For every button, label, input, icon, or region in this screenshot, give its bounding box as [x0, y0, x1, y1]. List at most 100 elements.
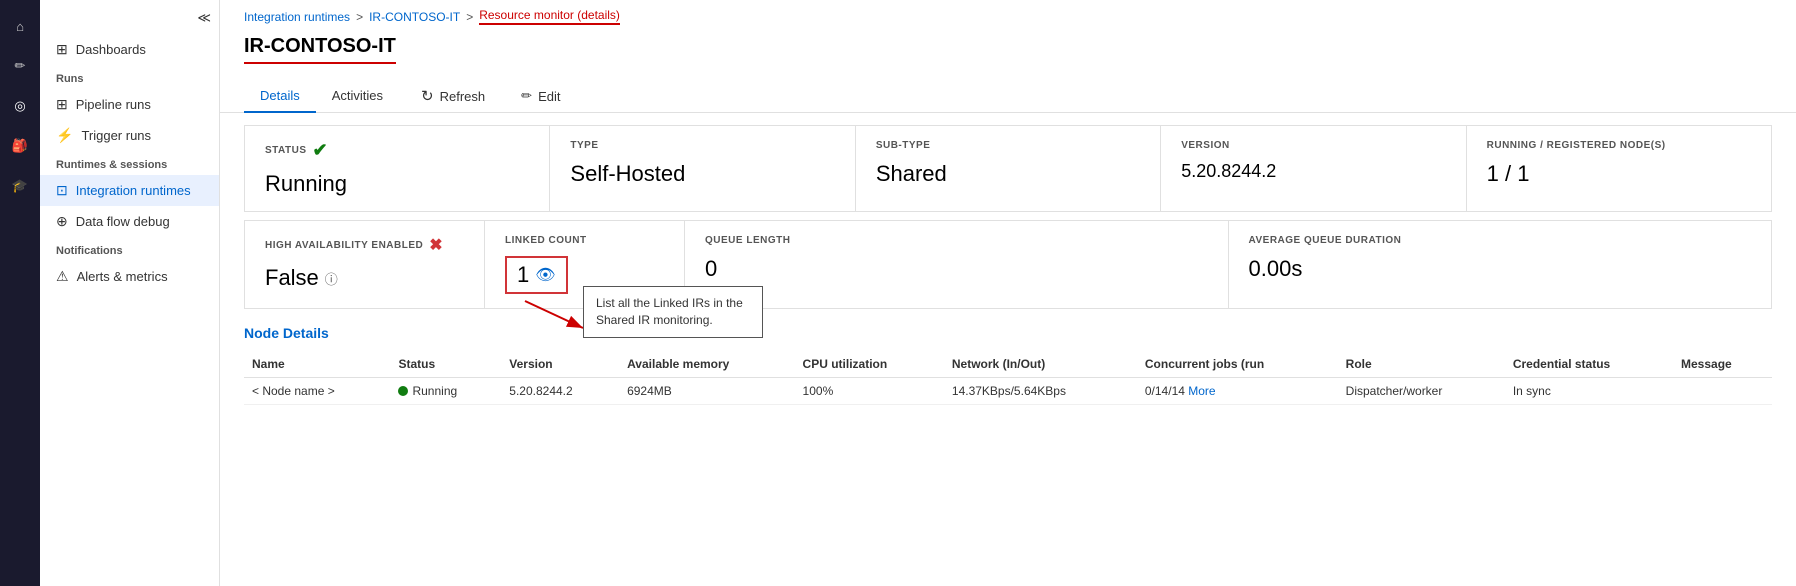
col-status: Status — [390, 351, 501, 378]
tab-details[interactable]: Details — [244, 80, 316, 113]
status-value: Running — [265, 171, 529, 197]
row-available-memory: 6924MB — [619, 378, 794, 405]
linked-count-label: LINKED COUNT — [505, 235, 587, 246]
breadcrumb-sep-1: > — [356, 10, 363, 24]
queue-length-label: QUEUE LENGTH — [705, 235, 790, 246]
node-details-section: Node Details Name Status Version Availab… — [220, 325, 1796, 405]
dashboards-icon: ⊞ — [56, 41, 68, 58]
card-queue-length: QUEUE LENGTH 0 — [685, 221, 1229, 308]
sidebar-integration-runtimes-label: Integration runtimes — [76, 183, 191, 198]
row-version: 5.20.8244.2 — [501, 378, 619, 405]
sidebar-item-alerts-metrics[interactable]: ⚠ Alerts & metrics — [40, 261, 219, 292]
linked-count-number: 1 — [517, 262, 529, 288]
col-concurrent-jobs: Concurrent jobs (run — [1137, 351, 1338, 378]
avg-queue-duration-label: AVERAGE QUEUE DURATION — [1249, 235, 1402, 246]
more-link[interactable]: More — [1188, 384, 1215, 398]
row-name: < Node name > — [244, 378, 390, 405]
col-available-memory: Available memory — [619, 351, 794, 378]
sidebar-item-data-flow-debug[interactable]: ⊕ Data flow debug — [40, 206, 219, 237]
sub-type-value: Shared — [876, 161, 1140, 187]
row-message — [1673, 378, 1772, 405]
queue-length-value: 0 — [705, 256, 1208, 282]
breadcrumb-sep-2: > — [466, 10, 473, 24]
avg-queue-duration-value: 0.00s — [1249, 256, 1752, 282]
briefcase-nav-icon[interactable]: 🎒 — [2, 128, 38, 164]
sidebar-item-pipeline-runs[interactable]: ⊞ Pipeline runs — [40, 89, 219, 120]
node-details-title: Node Details — [244, 325, 1772, 341]
sidebar-trigger-runs-label: Trigger runs — [81, 128, 151, 143]
sidebar-dashboards-label: Dashboards — [76, 42, 146, 57]
row-status-text: Running — [412, 384, 457, 398]
false-info-icon[interactable]: ⓘ — [325, 269, 338, 288]
row-credential-status: In sync — [1505, 378, 1673, 405]
tabs-bar: Details Activities ↻ Refresh ✏ Edit — [220, 72, 1796, 113]
breadcrumb-current: Resource monitor (details) — [479, 8, 620, 25]
cards-row-1: STATUS ✔ Running TYPE Self-Hosted SUB-TY… — [244, 125, 1772, 212]
high-availability-value: False ⓘ — [265, 265, 464, 291]
type-label: TYPE — [570, 140, 598, 151]
tab-activities[interactable]: Activities — [316, 80, 399, 113]
page-title: IR-CONTOSO-IT — [244, 35, 396, 61]
sidebar-section-notifications: Notifications — [40, 237, 219, 261]
row-status: Running — [390, 378, 501, 405]
col-message: Message — [1673, 351, 1772, 378]
cards-row-2: HIGH AVAILABILITY ENABLED ✖ False ⓘ LINK… — [244, 220, 1772, 309]
pipeline-runs-icon: ⊞ — [56, 96, 68, 113]
sidebar-pipeline-runs-label: Pipeline runs — [76, 97, 151, 112]
high-availability-label: HIGH AVAILABILITY ENABLED — [265, 240, 423, 251]
sidebar-section-runtimes: Runtimes & sessions — [40, 151, 219, 175]
col-network: Network (In/Out) — [944, 351, 1137, 378]
monitor-nav-icon[interactable]: ◎ — [2, 88, 38, 124]
data-flow-debug-icon: ⊕ — [56, 213, 68, 230]
sidebar-icon-nav: ⌂ ✏ ◎ 🎒 🎓 — [0, 0, 40, 586]
graduate-nav-icon[interactable]: 🎓 — [2, 168, 38, 204]
col-version: Version — [501, 351, 619, 378]
col-role: Role — [1338, 351, 1505, 378]
sidebar-data-flow-debug-label: Data flow debug — [76, 214, 170, 229]
refresh-button[interactable]: ↻ Refresh — [407, 81, 499, 111]
col-name: Name — [244, 351, 390, 378]
row-role: Dispatcher/worker — [1338, 378, 1505, 405]
sidebar-panel: ≪ ⊞ Dashboards Runs ⊞ Pipeline runs ⚡ Tr… — [40, 0, 220, 586]
breadcrumb-integration-runtimes[interactable]: Integration runtimes — [244, 10, 350, 24]
col-cpu-utilization: CPU utilization — [795, 351, 944, 378]
sidebar-alerts-metrics-label: Alerts & metrics — [77, 269, 168, 284]
running-dot — [398, 386, 408, 396]
col-credential-status: Credential status — [1505, 351, 1673, 378]
edit-button[interactable]: ✏ Edit — [507, 82, 574, 110]
sidebar-collapse-button[interactable]: ≪ — [40, 8, 219, 34]
tooltip-box: List all the Linked IRs in the Shared IR… — [583, 286, 763, 338]
refresh-icon: ↻ — [421, 87, 434, 105]
card-running-nodes: RUNNING / REGISTERED NODE(S) 1 / 1 — [1467, 126, 1771, 211]
high-availability-err-icon: ✖ — [429, 235, 443, 255]
card-linked-count: LINKED COUNT 1 👁 — [485, 221, 685, 308]
card-sub-type: SUB-TYPE Shared — [856, 126, 1161, 211]
card-version: VERSION 5.20.8244.2 — [1161, 126, 1466, 211]
alerts-metrics-icon: ⚠ — [56, 268, 69, 285]
edit-label: Edit — [538, 89, 560, 104]
sidebar-item-dashboards[interactable]: ⊞ Dashboards — [40, 34, 219, 65]
tooltip-text: List all the Linked IRs in the Shared IR… — [596, 296, 743, 327]
row-cpu-utilization: 100% — [795, 378, 944, 405]
table-header-row: Name Status Version Available memory CPU… — [244, 351, 1772, 378]
breadcrumb: Integration runtimes > IR-CONTOSO-IT > R… — [220, 0, 1796, 33]
status-label: STATUS — [265, 145, 307, 156]
row-network: 14.37KBps/5.64KBps — [944, 378, 1137, 405]
sidebar-item-trigger-runs[interactable]: ⚡ Trigger runs — [40, 120, 219, 151]
card-avg-queue-duration: AVERAGE QUEUE DURATION 0.00s — [1229, 221, 1772, 308]
linked-count-box[interactable]: 1 👁 — [505, 256, 568, 294]
sidebar-item-integration-runtimes[interactable]: ⊡ Integration runtimes — [40, 175, 219, 206]
edit-nav-icon[interactable]: ✏ — [2, 48, 38, 84]
version-value: 5.20.8244.2 — [1181, 161, 1445, 182]
running-nodes-value: 1 / 1 — [1487, 161, 1751, 187]
breadcrumb-ir-contoso-it[interactable]: IR-CONTOSO-IT — [369, 10, 460, 24]
node-table: Name Status Version Available memory CPU… — [244, 351, 1772, 405]
sub-type-label: SUB-TYPE — [876, 140, 931, 151]
edit-icon: ✏ — [521, 88, 532, 104]
eye-icon[interactable]: 👁 — [535, 265, 555, 285]
type-value: Self-Hosted — [570, 161, 834, 187]
row-concurrent-jobs: 0/14/14 More — [1137, 378, 1338, 405]
tooltip-container: List all the Linked IRs in the Shared IR… — [515, 296, 595, 339]
sidebar-section-runs: Runs — [40, 65, 219, 89]
home-nav-icon[interactable]: ⌂ — [2, 8, 38, 44]
